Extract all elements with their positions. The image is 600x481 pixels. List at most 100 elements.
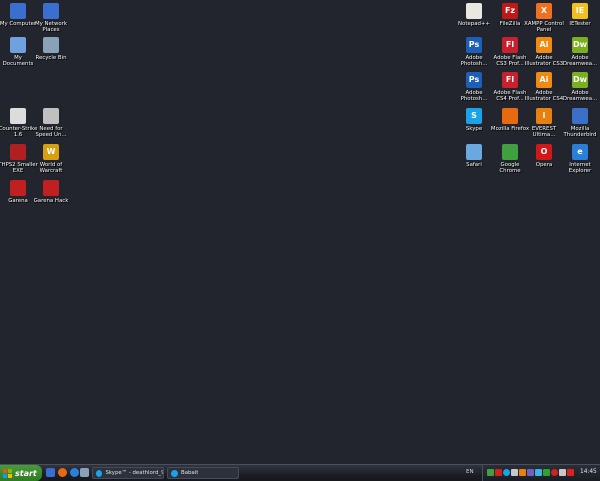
desktop-icon-label: EVEREST Ultima...: [531, 126, 557, 139]
desktop-icon-label: Internet Explorer: [568, 162, 592, 175]
tray-everest-icon[interactable]: [519, 469, 526, 476]
flash-cs3-icon: Fl: [502, 37, 518, 53]
notepad-plus-plus-icon: [466, 3, 482, 19]
tray-opera-icon[interactable]: [551, 469, 558, 476]
start-button[interactable]: start: [0, 465, 42, 481]
desktop-icon[interactable]: Dw Adobe Dreamwea...: [562, 37, 598, 67]
computer-icon: [10, 3, 26, 19]
desktop-icon[interactable]: Fz FileZilla: [492, 3, 528, 27]
taskbar: start Skype™ - deathlord_93 Babait EN 14…: [0, 464, 600, 481]
tray-antivirus-icon[interactable]: [495, 469, 502, 476]
desktop-icon-label: Adobe Illustrator CS4: [524, 90, 564, 103]
desktop-icon[interactable]: Recycle Bin: [33, 37, 69, 61]
desktop-icon[interactable]: X XAMPP Control Panel: [524, 3, 564, 34]
thunderbird-icon: [572, 108, 588, 124]
quicklaunch-desktop-icon[interactable]: [46, 468, 55, 477]
task-label: Babait: [181, 470, 199, 476]
tray-network-icon[interactable]: [487, 469, 494, 476]
desktop-icon[interactable]: Ai Adobe Illustrator CS3: [524, 37, 564, 68]
desktop-icon[interactable]: Mozilla Firefox: [491, 108, 529, 132]
desktop-icon[interactable]: Safari: [456, 144, 492, 168]
tray-update-icon[interactable]: [543, 469, 550, 476]
xampp-icon: X: [536, 3, 552, 19]
network-places-icon: [43, 3, 59, 19]
garena-icon: [10, 180, 26, 196]
desktop-icon[interactable]: Google Chrome: [492, 144, 528, 174]
skype-icon: [96, 469, 103, 477]
desktop-icon[interactable]: My Documents: [0, 37, 36, 67]
start-label: start: [15, 468, 37, 478]
clock: 14:45: [580, 469, 597, 475]
recycle-bin-icon: [43, 37, 59, 53]
need-for-speed-icon: [43, 108, 59, 124]
photoshop-cs4-icon: Ps: [466, 72, 482, 88]
desktop-icon[interactable]: Fl Adobe Flash CS3 Prof...: [492, 37, 528, 67]
desktop-icon-label: XAMPP Control Panel: [524, 21, 564, 34]
everest-icon: i: [536, 108, 552, 124]
photoshop-icon: Ps: [466, 37, 482, 53]
system-tray: 14:45: [482, 465, 600, 481]
desktop-icon-label: Adobe Illustrator CS3: [524, 55, 564, 68]
desktop-icon-label: Need for Speed Un...: [35, 126, 67, 139]
desktop-icon-label: Recycle Bin: [35, 55, 67, 61]
desktop-icon-label: Adobe Photosh...: [460, 90, 488, 103]
desktop-icon[interactable]: Ps Adobe Photosh...: [456, 72, 492, 102]
language-indicator[interactable]: EN: [466, 469, 474, 475]
chrome-icon: [502, 144, 518, 160]
desktop-icon-label: IETester: [569, 21, 591, 27]
desktop-icon-label: World of Warcraft: [39, 162, 63, 175]
tray-safely-remove-icon[interactable]: [559, 469, 566, 476]
desktop-icon[interactable]: Garena Hack: [33, 180, 69, 204]
desktop-icon-label: Garena Hack: [33, 198, 69, 204]
desktop-icon[interactable]: O Opera: [526, 144, 562, 168]
opera-icon: O: [536, 144, 552, 160]
tray-app-icon[interactable]: [527, 469, 534, 476]
desktop-icon-label: My Network Places: [34, 21, 68, 34]
safari-icon: [466, 144, 482, 160]
desktop-icon[interactable]: Notepad++: [456, 3, 492, 27]
quicklaunch-firefox-icon[interactable]: [58, 468, 67, 477]
tray-skype-icon[interactable]: [503, 469, 510, 476]
desktop-icon-label: Opera: [535, 162, 553, 168]
windows-flag-icon: [3, 468, 12, 478]
desktop: My Computer My Network Places My Documents…: [0, 0, 600, 464]
skype-icon: [171, 469, 178, 477]
dreamweaver-icon: Dw: [572, 37, 588, 53]
desktop-icon[interactable]: Ps Adobe Photosh...: [456, 37, 492, 67]
taskbar-task-babait[interactable]: Babait: [167, 467, 239, 479]
desktop-icon-label: Mozilla Thunderbird: [563, 126, 597, 139]
dreamweaver-cs4-icon: Dw: [572, 72, 588, 88]
illustrator-cs3-icon: Ai: [536, 37, 552, 53]
tray-garena-icon[interactable]: [567, 469, 574, 476]
quicklaunch-ie-icon[interactable]: [70, 468, 79, 477]
desktop-icon[interactable]: Dw Adobe Dreamwea...: [562, 72, 598, 102]
desktop-icon[interactable]: e Internet Explorer: [562, 144, 598, 174]
flash-cs4-icon: Fl: [502, 72, 518, 88]
desktop-icon[interactable]: Ai Adobe Illustrator CS4: [524, 72, 564, 103]
desktop-icon-label: Notepad++: [458, 21, 490, 27]
taskbar-task-skype-main[interactable]: Skype™ - deathlord_93: [92, 467, 164, 479]
desktop-icon[interactable]: S Skype: [456, 108, 492, 132]
filezilla-icon: Fz: [502, 3, 518, 19]
desktop-icon[interactable]: My Network Places: [33, 3, 69, 33]
desktop-icon[interactable]: Need for Speed Un...: [33, 108, 69, 138]
desktop-icon[interactable]: W World of Warcraft: [33, 144, 69, 174]
desktop-icon[interactable]: Mozilla Thunderbird: [562, 108, 598, 138]
counter-strike-icon: [10, 108, 26, 124]
documents-folder-icon: [10, 37, 26, 53]
desktop-icon-label: Adobe Dreamwea...: [562, 55, 598, 68]
firefox-icon: [502, 108, 518, 124]
desktop-icon[interactable]: Fl Adobe Flash CS4 Prof...: [492, 72, 528, 102]
skype-icon: S: [466, 108, 482, 124]
garena-hack-icon: [43, 180, 59, 196]
quicklaunch-media-icon[interactable]: [80, 468, 89, 477]
task-label: Skype™ - deathlord_93: [105, 470, 163, 476]
desktop-icon[interactable]: i EVEREST Ultima...: [526, 108, 562, 138]
world-of-warcraft-icon: W: [43, 144, 59, 160]
tray-bluetooth-icon[interactable]: [535, 469, 542, 476]
desktop-icon-label: Safari: [466, 162, 482, 168]
desktop-icon-label: Adobe Photosh...: [460, 55, 488, 68]
tray-volume-icon[interactable]: [511, 469, 518, 476]
thps2-icon: [10, 144, 26, 160]
desktop-icon[interactable]: IE IETester: [562, 3, 598, 27]
